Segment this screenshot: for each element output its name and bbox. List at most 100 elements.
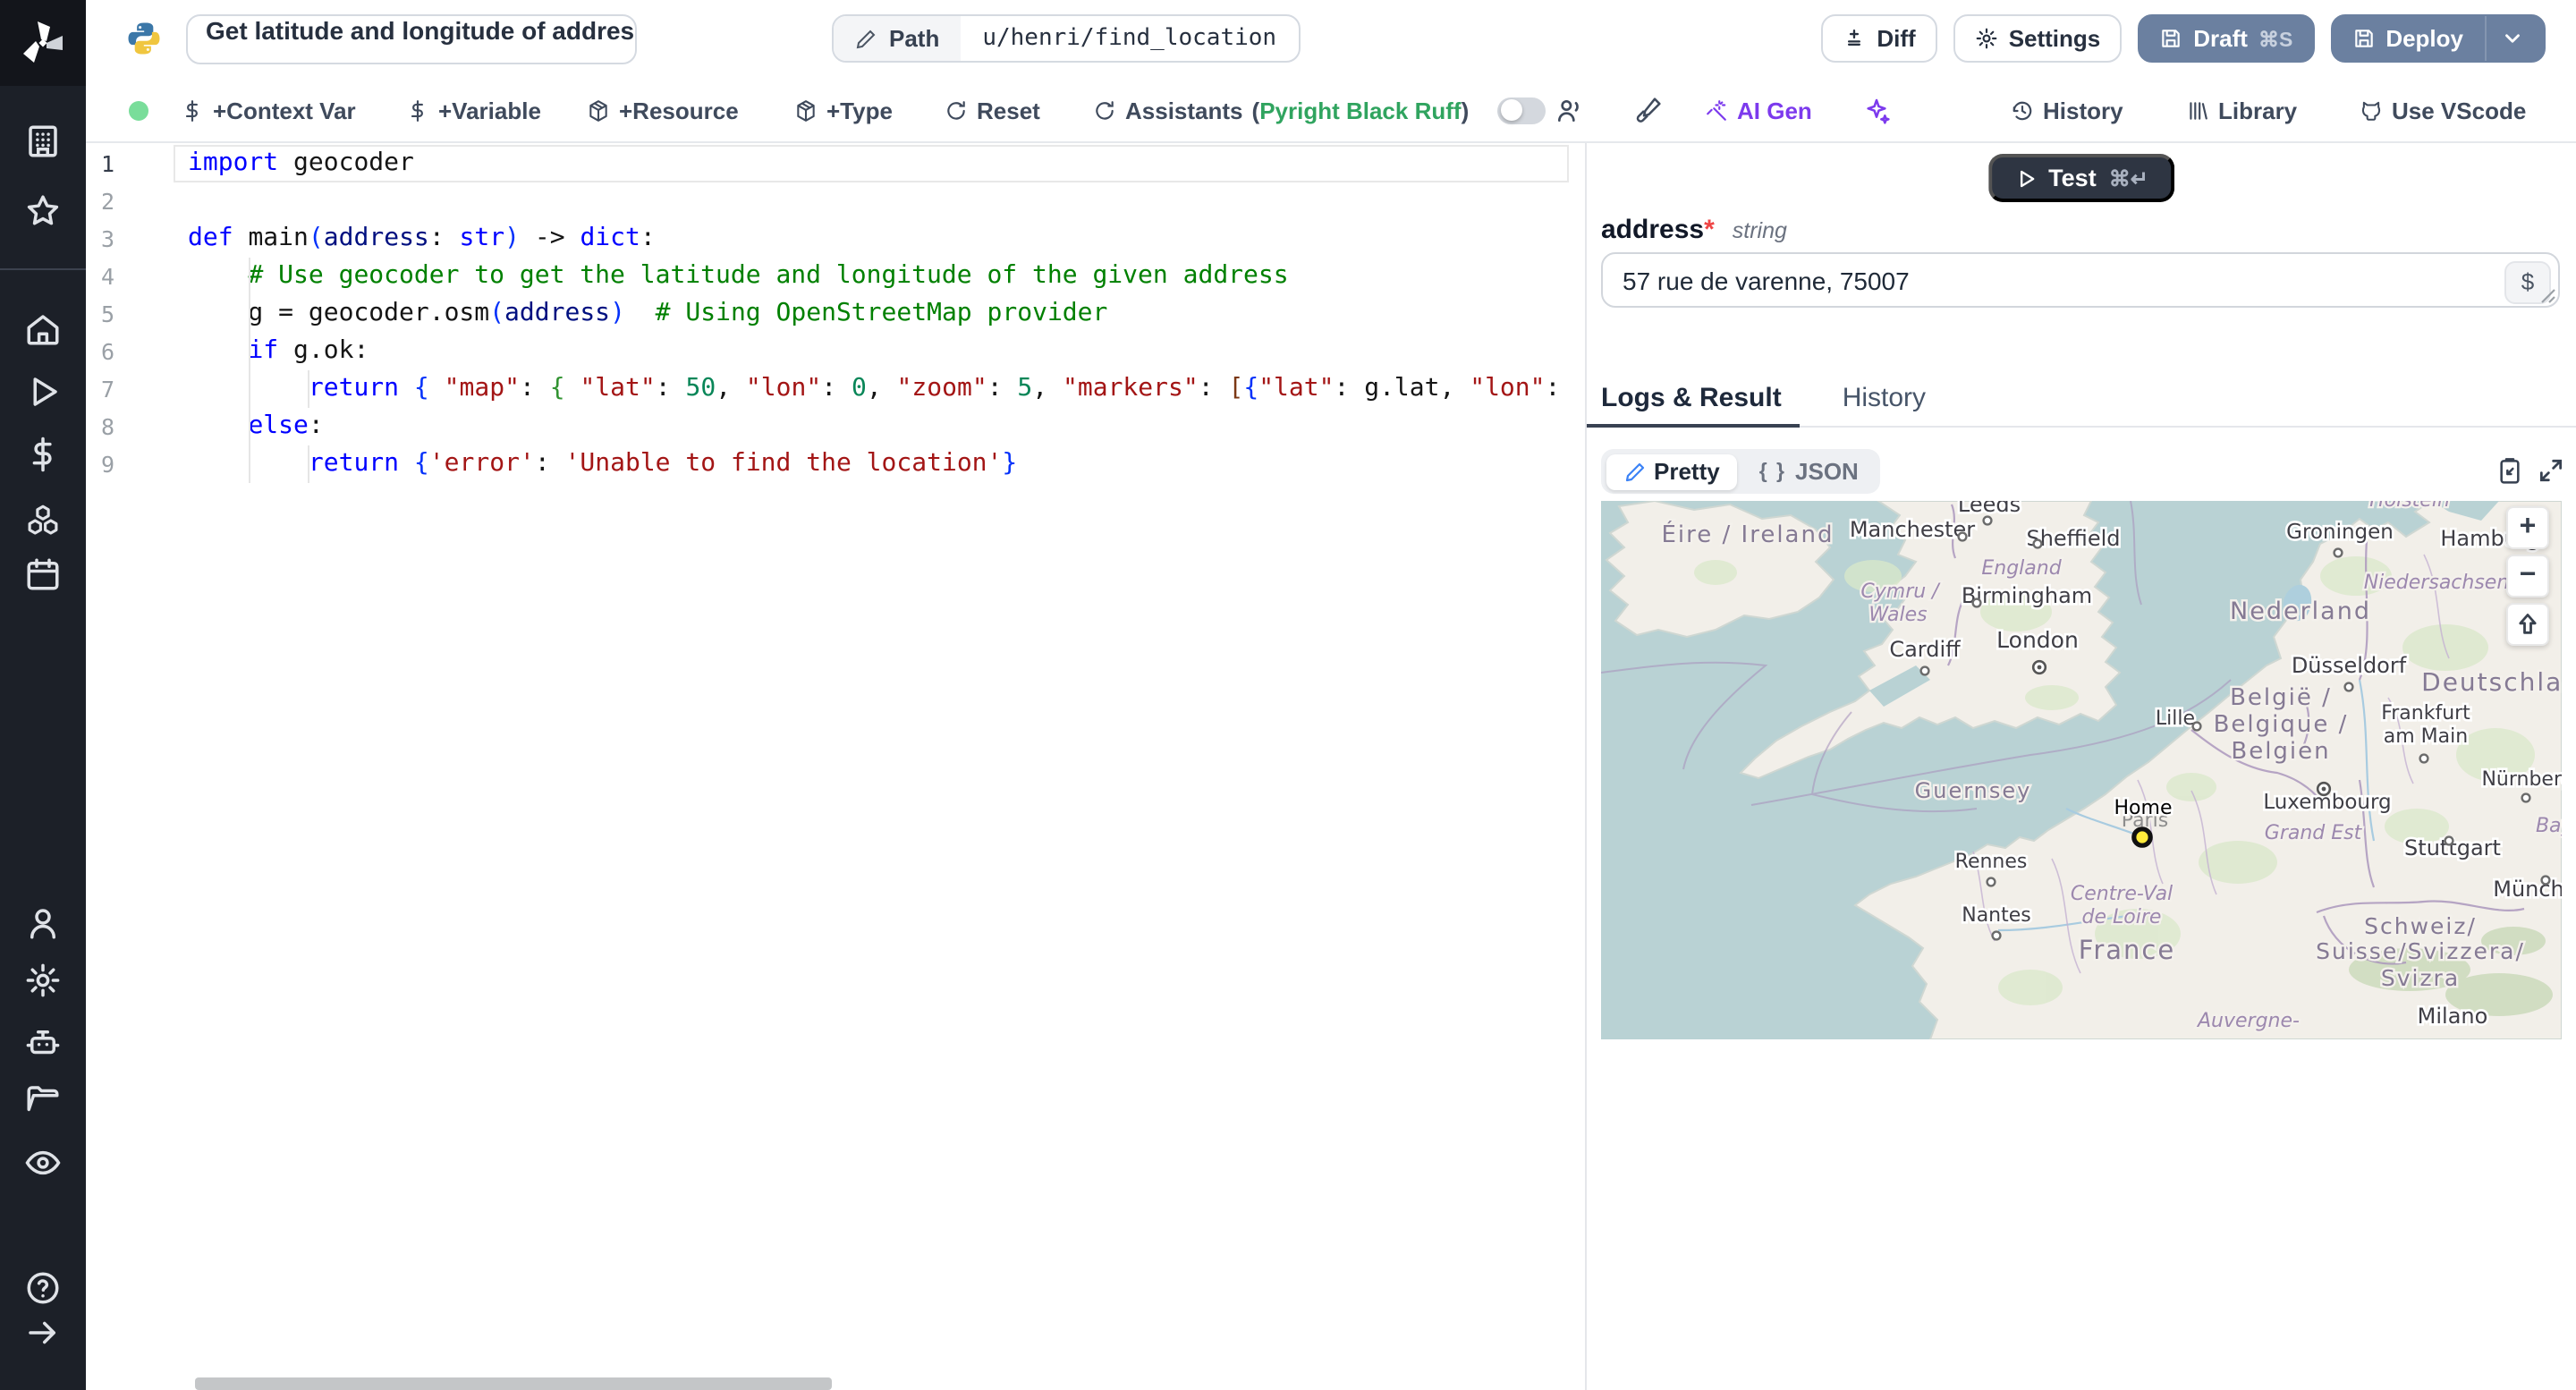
- runs-play-icon[interactable]: [24, 373, 62, 411]
- history-button[interactable]: History: [2011, 97, 2123, 123]
- map-label: am Main: [2384, 725, 2468, 748]
- map-zoom-out-button[interactable]: −: [2506, 555, 2549, 598]
- home-marker[interactable]: [2131, 826, 2153, 848]
- address-value: 57 rue de varenne, 75007: [1623, 267, 1910, 295]
- resources-cubes-icon[interactable]: [24, 502, 62, 539]
- schedules-calendar-icon[interactable]: [24, 555, 62, 593]
- refresh-icon: [947, 100, 965, 119]
- deploy-divider: [2485, 16, 2487, 61]
- use-vscode-button[interactable]: Use VScode: [2360, 97, 2526, 123]
- ai-gen-button[interactable]: AI Gen: [1705, 97, 1812, 123]
- path-label: Path: [889, 25, 940, 52]
- map-label: Düsseldorf: [2292, 653, 2407, 678]
- library-button[interactable]: Library: [2186, 97, 2297, 123]
- map-label: Niedersachsen: [2364, 572, 2510, 594]
- city-dot: [1971, 598, 1982, 608]
- add-context-var-button[interactable]: +Context Var: [181, 97, 356, 123]
- braces-icon: { }: [1758, 461, 1787, 482]
- path-edit-section[interactable]: Path: [834, 16, 962, 61]
- home-icon[interactable]: [24, 310, 62, 348]
- presence-user-icon[interactable]: [1555, 96, 1583, 124]
- copy-result-icon[interactable]: [2496, 456, 2524, 485]
- add-type-button[interactable]: +Type: [794, 97, 893, 123]
- topbar: Get latitude and longitude of address Pa…: [86, 0, 2576, 79]
- package-icon: [797, 99, 815, 121]
- add-variable-button[interactable]: +Variable: [406, 97, 541, 123]
- folders-icon[interactable]: [24, 1081, 62, 1119]
- city-dot: [2444, 835, 2454, 846]
- windmill-logo[interactable]: [0, 0, 86, 86]
- dollar-icon: [411, 99, 423, 121]
- map-label: Rennes: [1955, 851, 2028, 873]
- variables-dollar-icon[interactable]: [24, 436, 62, 473]
- map-zoom-in-button[interactable]: +: [2506, 506, 2549, 549]
- map-label: Groningen: [2286, 521, 2394, 544]
- address-input[interactable]: 57 rue de varenne, 75007 $: [1601, 252, 2560, 308]
- resize-grip[interactable]: [2540, 288, 2556, 304]
- user-icon[interactable]: [24, 904, 62, 942]
- collapse-arrow-icon[interactable]: [24, 1314, 62, 1352]
- history-clock-icon: [2012, 100, 2032, 120]
- app-sidebar: [0, 0, 86, 1390]
- plus-minus-icon: [1848, 30, 1861, 46]
- deploy-button[interactable]: Deploy: [2330, 14, 2546, 63]
- add-resource-button[interactable]: +Resource: [587, 97, 739, 123]
- argument-name: address: [1601, 215, 1705, 245]
- map-label: België /: [2230, 684, 2332, 711]
- favorites-star-icon[interactable]: [24, 192, 62, 230]
- view-json-button[interactable]: { } JSON: [1741, 453, 1877, 489]
- city-dot: [2191, 721, 2202, 732]
- map-recenter-button[interactable]: [2506, 603, 2549, 646]
- tab-logs-result[interactable]: Logs & Result: [1601, 383, 1782, 413]
- map-label: Suisse/Svizzera/: [2316, 938, 2525, 964]
- code-editor[interactable]: 123456789 import geocoder def main(addres…: [86, 143, 1571, 1390]
- path-value: u/henri/find_location: [982, 25, 1277, 52]
- city-dot: [1991, 930, 2002, 941]
- path-widget[interactable]: Path u/henri/find_location: [832, 14, 1301, 63]
- map-label: Milano: [2418, 1004, 2488, 1029]
- format-brush-icon[interactable]: [1633, 96, 1662, 124]
- expand-result-icon[interactable]: [2537, 456, 2565, 485]
- diff-button[interactable]: Diff: [1821, 14, 1937, 63]
- settings-button[interactable]: Settings: [1953, 14, 2123, 63]
- capital-dot: [2321, 786, 2326, 792]
- horizontal-scrollbar[interactable]: [195, 1377, 832, 1390]
- result-map[interactable]: England Cymru / Wales Niedersachsen Grand Es…: [1601, 501, 2562, 1039]
- map-label: Centre-Val: [2071, 883, 2173, 905]
- run-panel: Test ⌘↵ address * string 57 rue de varenn…: [1585, 143, 2576, 1390]
- save-icon: [2354, 30, 2373, 47]
- map-label: London: [1996, 627, 2079, 653]
- assistants-button[interactable]: Assistants (Pyright Black Ruff): [1093, 97, 1469, 123]
- draft-button[interactable]: Draft ⌘S: [2138, 14, 2315, 63]
- help-icon[interactable]: [24, 1269, 62, 1307]
- python-language-icon: [125, 20, 163, 57]
- map-label: Lille: [2156, 708, 2195, 730]
- audit-eye-icon[interactable]: [24, 1144, 62, 1182]
- argument-type: string: [1732, 218, 1787, 243]
- arrow-up-icon: [2519, 614, 2537, 634]
- city-dot: [1919, 665, 1930, 676]
- view-pretty-button[interactable]: Pretty: [1606, 453, 1738, 489]
- city-dot: [2333, 547, 2343, 558]
- dollar-icon: [185, 99, 198, 121]
- multiplayer-toggle[interactable]: [1497, 97, 1546, 123]
- map-label: Cymru /: [1860, 581, 1941, 603]
- tab-history[interactable]: History: [1843, 383, 1926, 413]
- sidebar-divider: [0, 268, 86, 270]
- workspace-icon[interactable]: [24, 123, 62, 160]
- library-icon: [2190, 101, 2207, 119]
- reset-button[interactable]: Reset: [945, 97, 1040, 123]
- map-label: France: [2079, 935, 2175, 965]
- settings-gear-icon[interactable]: [24, 962, 62, 999]
- script-summary-input[interactable]: Get latitude and longitude of address: [186, 14, 637, 64]
- map-label: Holstein: [2369, 501, 2450, 512]
- map-label: Leeds: [1958, 501, 2021, 517]
- pen-icon: [1624, 462, 1644, 481]
- sparkles-icon[interactable]: [1862, 96, 1891, 124]
- city-dot: [2521, 792, 2531, 803]
- workers-robot-icon[interactable]: [24, 1024, 62, 1062]
- test-button[interactable]: Test ⌘↵: [1987, 154, 2175, 202]
- result-tabs: Logs & Result History: [1601, 383, 1926, 413]
- chevron-down-icon[interactable]: [2501, 27, 2524, 50]
- wand-icon: [1707, 99, 1726, 120]
